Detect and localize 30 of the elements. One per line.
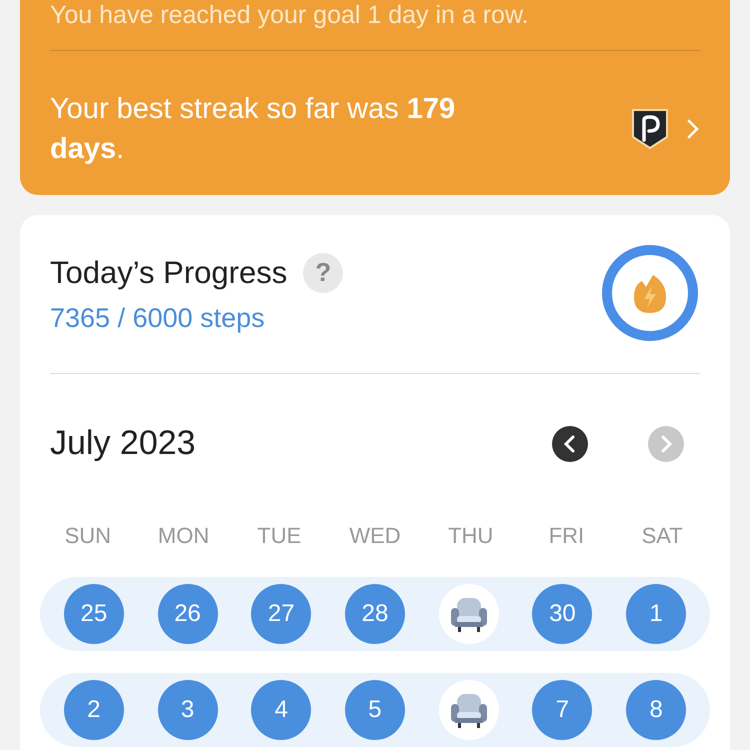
goal-day[interactable]: 4 (251, 680, 312, 740)
streak-message: You have reached your goal 1 day in a row. (50, 0, 530, 30)
previous-month-button[interactable] (552, 426, 588, 462)
best-streak-text: Your best streak so far was 179 days. (50, 92, 456, 167)
help-button[interactable]: ? (303, 252, 344, 292)
weekday-label: THU (448, 523, 494, 549)
chevron-right-icon[interactable] (686, 118, 700, 140)
weekday-label: MON (158, 523, 210, 549)
goal-day[interactable]: 1 (626, 584, 686, 644)
weekday-label: SAT (642, 523, 683, 549)
goal-day[interactable]: 7 (532, 680, 592, 740)
goal-day[interactable]: 8 (626, 680, 686, 740)
weekday-label: WED (349, 523, 401, 549)
month-title: July 2023 (50, 424, 196, 463)
step-count: 7365 / 6000 steps (50, 302, 266, 334)
progress-title: Today’s Progress (50, 254, 288, 290)
goal-day[interactable]: 27 (251, 584, 312, 644)
goal-day[interactable]: 2 (64, 680, 124, 740)
goal-day[interactable]: 26 (158, 584, 218, 644)
goal-day[interactable]: 5 (344, 680, 405, 740)
weekday-label: TUE (257, 523, 302, 549)
weekday-label: SUN (64, 523, 112, 549)
p-badge-icon[interactable] (630, 107, 670, 151)
flame-icon (634, 275, 666, 313)
chevron-left-icon[interactable] (563, 434, 577, 452)
goal-day[interactable]: 30 (532, 584, 592, 644)
weekday-label: FRI (548, 523, 584, 549)
goal-day[interactable]: 28 (344, 584, 405, 644)
goal-day[interactable]: 3 (158, 680, 218, 740)
goal-day[interactable]: 25 (64, 584, 124, 644)
